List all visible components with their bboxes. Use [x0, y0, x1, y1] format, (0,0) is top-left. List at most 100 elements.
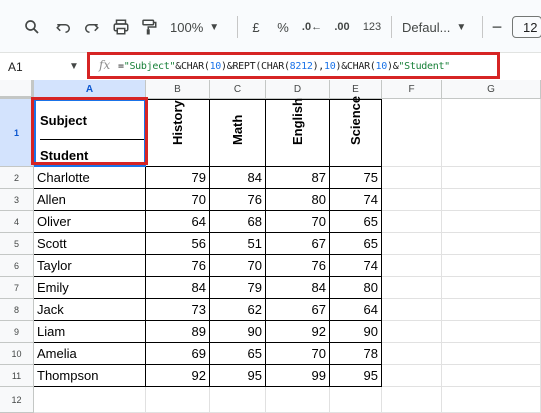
increase-decimal-button[interactable]: .00 [330, 14, 354, 40]
grid-cell[interactable] [442, 255, 541, 277]
grid-cell[interactable] [34, 387, 146, 413]
student-name-cell[interactable]: Jack [34, 299, 146, 321]
student-name-cell[interactable]: Charlotte [34, 167, 146, 189]
score-cell-english[interactable]: 80 [266, 189, 330, 211]
print-icon[interactable] [109, 14, 133, 40]
score-cell-history[interactable]: 73 [146, 299, 210, 321]
score-cell-math[interactable]: 70 [210, 255, 266, 277]
score-cell-science[interactable]: 78 [330, 343, 382, 365]
currency-format-button[interactable]: £ [248, 14, 264, 40]
grid-cell[interactable] [382, 321, 442, 343]
grid-cell[interactable] [382, 255, 442, 277]
score-cell-science[interactable]: 90 [330, 321, 382, 343]
column-header-d[interactable]: D [266, 80, 330, 99]
row-header[interactable]: 1 [0, 99, 34, 167]
row-header[interactable]: 2 [0, 167, 34, 189]
cell-math-header[interactable]: Math [210, 99, 266, 167]
grid-cell[interactable] [442, 299, 541, 321]
font-size-input[interactable]: 12 [512, 16, 541, 38]
column-header-g[interactable]: G [442, 80, 541, 99]
grid-cell[interactable] [442, 387, 541, 413]
score-cell-history[interactable]: 56 [146, 233, 210, 255]
grid-cell[interactable] [442, 321, 541, 343]
grid-cell[interactable] [442, 211, 541, 233]
row-header[interactable]: 5 [0, 233, 34, 255]
grid-cell[interactable] [382, 277, 442, 299]
score-cell-history[interactable]: 84 [146, 277, 210, 299]
grid-cell[interactable] [382, 365, 442, 387]
grid-cell[interactable] [382, 189, 442, 211]
grid-cell[interactable] [442, 233, 541, 255]
score-cell-english[interactable]: 76 [266, 255, 330, 277]
score-cell-math[interactable]: 62 [210, 299, 266, 321]
score-cell-history[interactable]: 89 [146, 321, 210, 343]
score-cell-english[interactable]: 84 [266, 277, 330, 299]
row-header[interactable]: 10 [0, 343, 34, 365]
score-cell-math[interactable]: 79 [210, 277, 266, 299]
score-cell-math[interactable]: 84 [210, 167, 266, 189]
grid-cell[interactable] [382, 233, 442, 255]
score-cell-math[interactable]: 51 [210, 233, 266, 255]
score-cell-english[interactable]: 67 [266, 233, 330, 255]
student-name-cell[interactable]: Taylor [34, 255, 146, 277]
score-cell-math[interactable]: 68 [210, 211, 266, 233]
paint-format-icon[interactable] [137, 14, 161, 40]
chevron-down-icon[interactable]: ▼ [69, 61, 79, 72]
grid-cell[interactable] [382, 99, 442, 167]
column-header-f[interactable]: F [382, 80, 442, 99]
grid-cell[interactable] [382, 387, 442, 413]
student-name-cell[interactable]: Liam [34, 321, 146, 343]
student-name-cell[interactable]: Thompson [34, 365, 146, 387]
zoom-select[interactable]: 100% ▼ [170, 14, 230, 40]
score-cell-science[interactable]: 74 [330, 189, 382, 211]
score-cell-english[interactable]: 92 [266, 321, 330, 343]
row-header[interactable]: 6 [0, 255, 34, 277]
score-cell-math[interactable]: 65 [210, 343, 266, 365]
column-header-c[interactable]: C [210, 80, 266, 99]
undo-icon[interactable] [52, 14, 76, 40]
grid-cell[interactable] [382, 343, 442, 365]
grid-cell[interactable] [382, 167, 442, 189]
score-cell-history[interactable]: 79 [146, 167, 210, 189]
score-cell-science[interactable]: 64 [330, 299, 382, 321]
search-icon[interactable] [20, 14, 44, 40]
grid-cell[interactable] [442, 365, 541, 387]
grid-cell[interactable] [382, 299, 442, 321]
select-all-corner[interactable] [0, 80, 34, 99]
number-format-button[interactable]: 123 [361, 14, 383, 40]
decrease-decimal-button[interactable]: .0← [300, 14, 324, 40]
grid-cell[interactable] [442, 277, 541, 299]
score-cell-history[interactable]: 76 [146, 255, 210, 277]
grid-cell[interactable] [146, 387, 210, 413]
score-cell-english[interactable]: 87 [266, 167, 330, 189]
minus-icon[interactable]: − [490, 14, 504, 40]
score-cell-english[interactable]: 99 [266, 365, 330, 387]
grid-cell[interactable] [266, 387, 330, 413]
score-cell-science[interactable]: 80 [330, 277, 382, 299]
grid-cell[interactable] [330, 387, 382, 413]
row-header[interactable]: 8 [0, 299, 34, 321]
score-cell-english[interactable]: 70 [266, 343, 330, 365]
score-cell-english[interactable]: 70 [266, 211, 330, 233]
row-header[interactable]: 9 [0, 321, 34, 343]
cell-english-header[interactable]: English [266, 98, 330, 167]
row-header[interactable]: 4 [0, 211, 34, 233]
score-cell-science[interactable]: 65 [330, 233, 382, 255]
score-cell-english[interactable]: 67 [266, 299, 330, 321]
student-name-cell[interactable]: Oliver [34, 211, 146, 233]
grid-cell[interactable] [442, 99, 541, 167]
score-cell-history[interactable]: 70 [146, 189, 210, 211]
score-cell-history[interactable]: 64 [146, 211, 210, 233]
score-cell-math[interactable]: 76 [210, 189, 266, 211]
font-family-select[interactable]: Defaul... ▼ [402, 14, 474, 40]
percent-format-button[interactable]: % [275, 14, 291, 40]
grid-cell[interactable] [442, 343, 541, 365]
student-name-cell[interactable]: Allen [34, 189, 146, 211]
score-cell-history[interactable]: 92 [146, 365, 210, 387]
row-header[interactable]: 11 [0, 365, 34, 387]
student-name-cell[interactable]: Scott [34, 233, 146, 255]
grid-cell[interactable] [210, 387, 266, 413]
grid-cell[interactable] [382, 211, 442, 233]
score-cell-science[interactable]: 65 [330, 211, 382, 233]
column-header-b[interactable]: B [146, 80, 210, 99]
